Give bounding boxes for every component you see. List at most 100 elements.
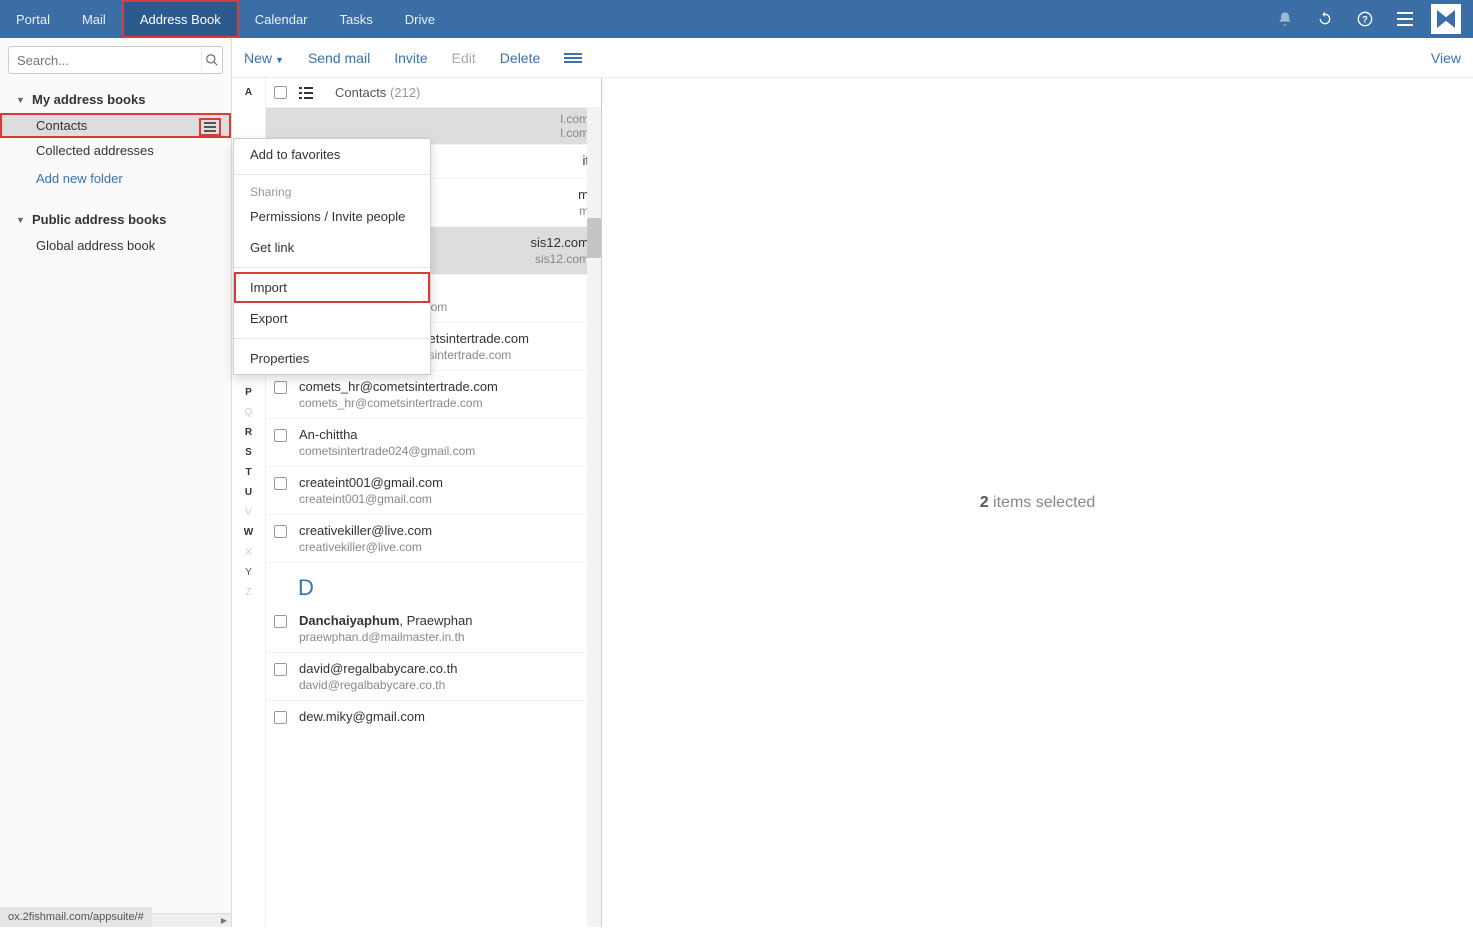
search-box[interactable] [8, 46, 223, 74]
view-button[interactable]: View [1431, 50, 1461, 66]
alpha-letter[interactable]: P [245, 382, 252, 402]
alpha-letter[interactable]: A [245, 82, 252, 102]
contact-checkbox[interactable] [274, 711, 287, 724]
send-mail-button[interactable]: Send mail [308, 50, 370, 66]
app-logo [1431, 4, 1461, 34]
contact-item[interactable]: Danchaiyaphum, Praewphan praewphan.d@mai… [266, 605, 601, 653]
menu-separator [234, 174, 430, 175]
select-all-checkbox[interactable] [274, 86, 287, 99]
contact-item[interactable]: david@regalbabycare.co.th david@regalbab… [266, 653, 601, 701]
selection-count: 2 [980, 494, 989, 511]
folder-global-address-book[interactable]: Global address book [0, 233, 231, 258]
nav-portal[interactable]: Portal [0, 0, 66, 38]
folder-tree: ▼ My address books Contacts Collected ad… [0, 82, 231, 913]
help-icon[interactable]: ? [1347, 1, 1383, 37]
nav-address-book[interactable]: Address Book [122, 0, 239, 38]
alpha-letter[interactable]: V [245, 502, 252, 522]
search-container [0, 38, 231, 82]
alpha-letter[interactable]: S [245, 442, 252, 462]
contact-scrollbar[interactable] [587, 108, 601, 927]
nav-tasks[interactable]: Tasks [324, 0, 389, 38]
scrollbar-thumb[interactable] [587, 218, 601, 258]
section-letter-d: D [266, 563, 601, 605]
caret-down-icon: ▼ [16, 95, 26, 105]
folder-context-menu: Add to favorites Sharing Permissions / I… [233, 138, 431, 375]
contact-email: creativekiller@live.com [299, 540, 589, 554]
alpha-letter[interactable]: W [244, 522, 253, 542]
status-bar: ox.2fishmail.com/appsuite/# [0, 907, 152, 927]
edit-button: Edit [452, 50, 476, 66]
bell-icon[interactable] [1267, 1, 1303, 37]
new-label: New [244, 50, 272, 66]
contact-name: creativekiller@live.com [299, 523, 589, 538]
new-button[interactable]: New▼ [244, 50, 284, 66]
folder-contacts[interactable]: Contacts [0, 113, 231, 138]
contact-name: dew.miky@gmail.com [299, 709, 589, 724]
invite-button[interactable]: Invite [394, 50, 427, 66]
contact-item[interactable]: createint001@gmail.com createint001@gmai… [266, 467, 601, 515]
contact-name: david@regalbabycare.co.th [299, 661, 589, 676]
list-view-icon[interactable] [299, 87, 315, 99]
menu-import[interactable]: Import [234, 272, 430, 303]
menu-icon[interactable] [1387, 1, 1423, 37]
delete-button[interactable]: Delete [500, 50, 540, 66]
menu-properties[interactable]: Properties [234, 343, 430, 374]
add-folder-link[interactable]: Add new folder [0, 163, 231, 194]
section-public-address-books[interactable]: ▼ Public address books [0, 206, 231, 233]
contact-item[interactable]: An-chittha cometsintertrade024@gmail.com [266, 419, 601, 467]
menu-add-to-favorites[interactable]: Add to favorites [234, 139, 430, 170]
contact-checkbox[interactable] [274, 381, 287, 394]
contact-checkbox[interactable] [274, 525, 287, 538]
search-input[interactable] [9, 53, 201, 68]
nav-calendar[interactable]: Calendar [239, 0, 324, 38]
contact-email: cometsintertrade024@gmail.com [299, 444, 589, 458]
folder-label: Contacts [36, 118, 87, 133]
menu-get-link[interactable]: Get link [234, 232, 430, 263]
folder-collected-addresses[interactable]: Collected addresses [0, 138, 231, 163]
folder-label: Global address book [36, 238, 155, 253]
main-area: ▼ My address books Contacts Collected ad… [0, 38, 1473, 927]
folder-actions-icon[interactable] [199, 118, 221, 136]
menu-separator [234, 338, 430, 339]
contact-email: createint001@gmail.com [299, 492, 589, 506]
detail-pane: 2 items selected [602, 78, 1473, 927]
more-actions-icon[interactable] [564, 53, 582, 63]
selection-summary: 2 items selected [980, 494, 1096, 512]
alpha-letter[interactable]: R [245, 422, 252, 442]
alpha-letter[interactable]: Q [245, 402, 253, 422]
nav-drive[interactable]: Drive [389, 0, 451, 38]
alpha-letter[interactable]: Z [245, 582, 251, 602]
contact-item[interactable]: dew.miky@gmail.com [266, 701, 601, 734]
menu-export[interactable]: Export [234, 303, 430, 334]
scroll-right-icon[interactable]: ▶ [217, 914, 231, 928]
menu-section-sharing: Sharing [234, 179, 430, 201]
menu-permissions[interactable]: Permissions / Invite people [234, 201, 430, 232]
contact-checkbox[interactable] [274, 429, 287, 442]
toolbar: New▼ Send mail Invite Edit Delete View [232, 38, 1473, 78]
alpha-letter[interactable]: Y [245, 562, 252, 582]
top-navbar: Portal Mail Address Book Calendar Tasks … [0, 0, 1473, 38]
contact-list-header: Contacts (212) [266, 78, 601, 108]
section-title: Public address books [32, 212, 166, 227]
selection-text: items selected [989, 494, 1096, 511]
contact-name: comets_hr@cometsintertrade.com [299, 379, 589, 394]
alpha-letter[interactable]: T [245, 462, 251, 482]
search-icon[interactable] [201, 47, 222, 73]
contact-item[interactable]: comets_hr@cometsintertrade.com comets_hr… [266, 371, 601, 419]
contact-item[interactable]: creativekiller@live.com creativekiller@l… [266, 515, 601, 563]
contact-checkbox[interactable] [274, 663, 287, 676]
folder-label: Collected addresses [36, 143, 154, 158]
alpha-letter[interactable]: U [245, 482, 252, 502]
list-count: (212) [390, 85, 420, 100]
refresh-icon[interactable] [1307, 1, 1343, 37]
contact-checkbox[interactable] [274, 477, 287, 490]
caret-down-icon: ▼ [16, 215, 26, 225]
topnav-left: Portal Mail Address Book Calendar Tasks … [0, 0, 451, 38]
contact-checkbox[interactable] [274, 615, 287, 628]
alpha-letter[interactable]: X [245, 542, 252, 562]
menu-separator [234, 267, 430, 268]
list-title: Contacts [335, 85, 386, 100]
section-my-address-books[interactable]: ▼ My address books [0, 86, 231, 113]
nav-mail[interactable]: Mail [66, 0, 122, 38]
contact-email: comets_hr@cometsintertrade.com [299, 396, 589, 410]
